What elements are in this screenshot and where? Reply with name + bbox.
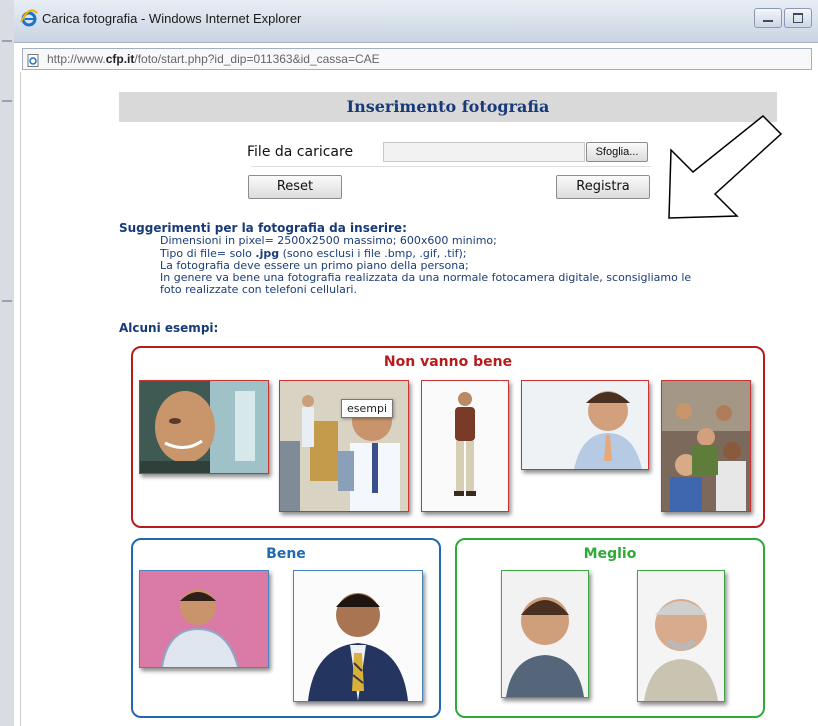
- bad-photo-blurry-face: [139, 380, 269, 474]
- good-examples-title: Bene: [266, 546, 306, 562]
- better-photo-young-man: [501, 570, 589, 698]
- title-bar[interactable]: Carica fotografia - Windows Internet Exp…: [14, 0, 818, 43]
- examples-title: Alcuni esempi:: [119, 321, 219, 335]
- page-icon: [27, 52, 40, 67]
- better-photo-older-man: [637, 570, 725, 702]
- page-content: Inserimento fotografia File da caricare …: [20, 72, 813, 726]
- file-input[interactable]: [383, 142, 585, 162]
- background-window-edge: [0, 0, 15, 726]
- arrow-icon: [668, 114, 783, 219]
- tooltip: esempi: [341, 399, 394, 418]
- bad-photo-group-people: [661, 380, 751, 512]
- address-bar[interactable]: http://www.cfp.it/foto/start.php?id_dip=…: [22, 48, 812, 70]
- bad-photo-full-body: [421, 380, 509, 512]
- tips-line: Dimensioni in pixel= 2500x2500 massimo; …: [160, 234, 497, 247]
- maximize-button[interactable]: [784, 8, 812, 28]
- tips-line: foto realizzate con telefoni cellulari.: [160, 283, 357, 296]
- tips-title: Suggerimenti per la fotografia da inseri…: [119, 221, 407, 235]
- address-url[interactable]: http://www.cfp.it/foto/start.php?id_dip=…: [47, 52, 380, 66]
- file-label: File da caricare: [247, 144, 354, 160]
- divider: [251, 166, 651, 167]
- internet-explorer-icon: [20, 9, 38, 27]
- good-photo-smiling-man: [139, 570, 269, 668]
- better-examples-title: Meglio: [583, 546, 637, 562]
- browser-window: Carica fotografia - Windows Internet Exp…: [14, 0, 818, 726]
- window-controls: [752, 8, 812, 28]
- window-title: Carica fotografia - Windows Internet Exp…: [42, 11, 302, 26]
- submit-button[interactable]: Registra: [556, 175, 650, 199]
- minimize-button[interactable]: [754, 8, 782, 28]
- bad-examples-title: Non vanno bene: [383, 354, 513, 370]
- good-photo-businessman: [293, 570, 423, 702]
- reset-button[interactable]: Reset: [248, 175, 342, 199]
- browse-button[interactable]: Sfoglia...: [586, 142, 648, 162]
- bad-photo-off-center: [521, 380, 649, 470]
